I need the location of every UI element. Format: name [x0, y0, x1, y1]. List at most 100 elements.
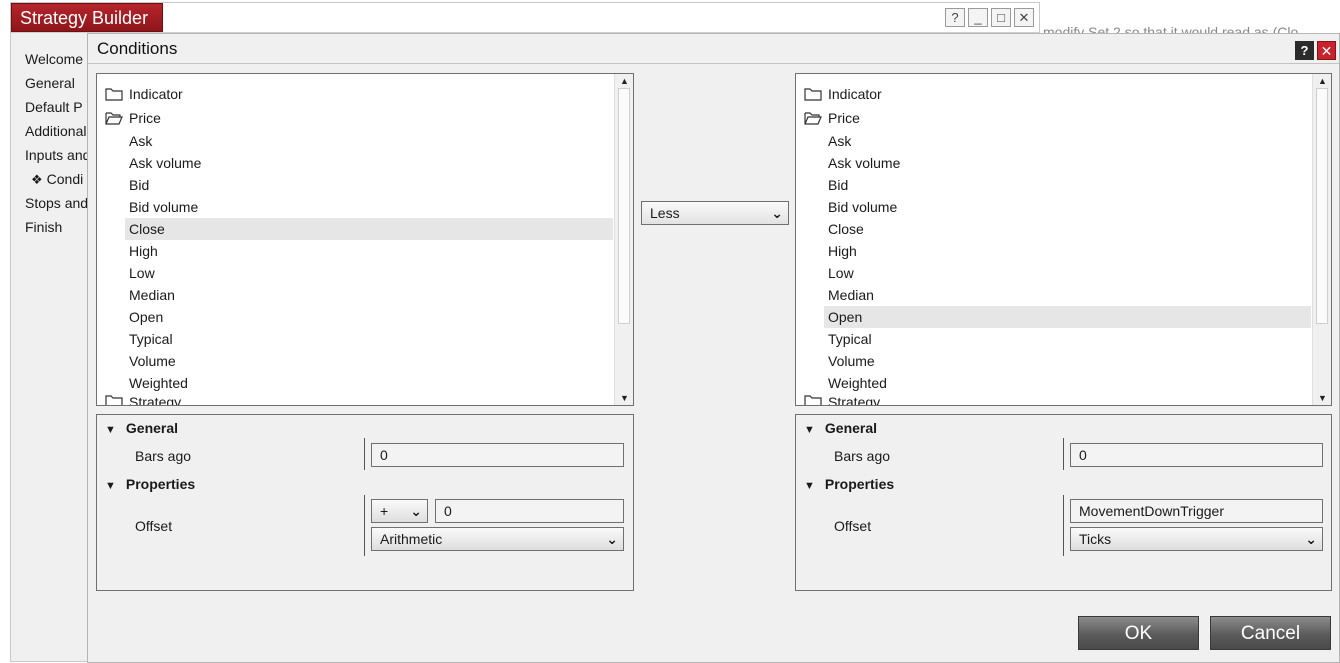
tree-folder-label: Price	[129, 110, 161, 126]
close-button[interactable]: ✕	[1014, 8, 1034, 27]
chevron-down-icon: ⌄	[771, 205, 783, 221]
list-item[interactable]: Bid	[796, 174, 1311, 196]
category-properties[interactable]: ▼ Properties	[804, 476, 894, 492]
tree-folder-price[interactable]: Price	[796, 106, 1311, 130]
maximize-button[interactable]: □	[991, 8, 1011, 27]
right-property-grid: ▼ General Bars ago 0 ▼ Properties Offset M…	[795, 414, 1332, 591]
expand-triangle-icon[interactable]: ▼	[804, 424, 815, 436]
folder-open-icon	[105, 112, 123, 125]
chevron-down-icon: ⌄	[1305, 531, 1317, 547]
right-value-tree[interactable]: Indicator Price Ask Ask volume Bid Bid v…	[795, 73, 1332, 406]
expand-triangle-icon[interactable]: ▼	[105, 480, 116, 492]
chevron-down-icon: ⌄	[606, 531, 618, 547]
folder-icon	[804, 395, 822, 405]
category-properties[interactable]: ▼ Properties	[105, 476, 195, 492]
list-item[interactable]: Typical	[796, 328, 1311, 350]
list-item[interactable]: Low	[97, 262, 613, 284]
list-item[interactable]: Bid	[97, 174, 613, 196]
chevron-down-icon: ⌄	[410, 503, 422, 519]
scroll-up-icon[interactable]: ▲	[615, 74, 633, 88]
offset-type-select[interactable]: Ticks ⌄	[1070, 527, 1323, 551]
offset-sign-value: +	[380, 503, 389, 519]
list-item[interactable]: Open	[97, 306, 613, 328]
tree-folder-indicator[interactable]: Indicator	[97, 82, 613, 106]
folder-icon	[105, 395, 123, 405]
offset-type-select[interactable]: Arithmetic ⌄	[371, 527, 624, 551]
tree-folder-label: Strategy	[129, 394, 182, 406]
list-item[interactable]: Weighted	[97, 372, 613, 394]
scroll-down-icon[interactable]: ▼	[1313, 391, 1331, 405]
offset-type-value: Ticks	[1079, 531, 1112, 547]
scroll-up-icon[interactable]: ▲	[1313, 74, 1331, 88]
list-item[interactable]: Low	[796, 262, 1311, 284]
list-item-selected[interactable]: Open	[824, 306, 1311, 328]
tree-folder-label: Strategy	[828, 394, 881, 406]
list-item[interactable]: High	[97, 240, 613, 262]
right-tree-scrollbar[interactable]: ▲ ▼	[1312, 74, 1331, 405]
help-button[interactable]: ?	[945, 8, 965, 27]
list-item[interactable]: Volume	[97, 350, 613, 372]
list-item[interactable]: Median	[796, 284, 1311, 306]
category-label: General	[824, 420, 878, 436]
category-general[interactable]: ▼ General	[804, 420, 877, 436]
column-divider[interactable]	[364, 495, 365, 556]
folder-open-icon	[804, 112, 822, 125]
offset-label: Offset	[834, 518, 872, 534]
list-item[interactable]: Bid volume	[796, 196, 1311, 218]
dialog-title: Conditions	[97, 39, 178, 58]
dialog-help-button[interactable]: ?	[1295, 41, 1314, 60]
offset-label: Offset	[135, 518, 173, 534]
scroll-down-icon[interactable]: ▼	[615, 391, 633, 405]
expand-triangle-icon[interactable]: ▼	[105, 424, 116, 436]
dialog-close-button[interactable]: ✕	[1317, 41, 1336, 60]
bars-ago-field[interactable]: 0	[371, 443, 624, 467]
list-item[interactable]: Close	[796, 218, 1311, 240]
category-label: General	[125, 420, 179, 436]
ok-button[interactable]: OK	[1078, 616, 1199, 650]
left-property-grid: ▼ General Bars ago 0 ▼ Properties Offset +…	[96, 414, 634, 591]
dialog-titlebar: Conditions ? ✕	[88, 34, 1339, 64]
nav-item-conditions-label: Condi	[46, 171, 84, 187]
strategy-builder-title: Strategy Builder	[11, 3, 163, 32]
folder-icon	[105, 88, 123, 101]
expand-triangle-icon[interactable]: ▼	[804, 480, 815, 492]
scroll-thumb[interactable]	[618, 88, 630, 324]
list-item[interactable]: Ask	[796, 130, 1311, 152]
list-item[interactable]: Typical	[97, 328, 613, 350]
list-item[interactable]: Volume	[796, 350, 1311, 372]
list-item-selected[interactable]: Close	[125, 218, 613, 240]
list-item[interactable]: High	[796, 240, 1311, 262]
list-item[interactable]: Weighted	[796, 372, 1311, 394]
offset-value-field[interactable]: MovementDownTrigger	[1070, 499, 1323, 523]
list-item[interactable]: Ask volume	[796, 152, 1311, 174]
left-tree-scrollbar[interactable]: ▲ ▼	[614, 74, 633, 405]
conditions-dialog: Conditions ? ✕ Indicator Price Ask Ask v…	[87, 33, 1340, 663]
tree-folder-strategy[interactable]: Strategy	[97, 394, 613, 406]
category-label: Properties	[824, 476, 895, 492]
tree-folder-indicator[interactable]: Indicator	[796, 82, 1311, 106]
tree-folder-label: Price	[828, 110, 860, 126]
bars-ago-label: Bars ago	[834, 448, 891, 464]
minimize-button[interactable]: _	[968, 8, 988, 27]
category-general[interactable]: ▼ General	[105, 420, 178, 436]
bars-ago-field[interactable]: 0	[1070, 443, 1323, 467]
window-controls: ? _ □ ✕	[945, 8, 1034, 27]
tree-folder-label: Indicator	[129, 86, 183, 102]
column-divider[interactable]	[1063, 438, 1064, 470]
list-item[interactable]: Bid volume	[97, 196, 613, 218]
offset-sign-select[interactable]: + ⌄	[371, 499, 428, 523]
cancel-button[interactable]: Cancel	[1210, 616, 1331, 650]
list-item[interactable]: Median	[97, 284, 613, 306]
tree-folder-label: Indicator	[828, 86, 882, 102]
tree-folder-price[interactable]: Price	[97, 106, 613, 130]
offset-type-value: Arithmetic	[380, 531, 443, 547]
left-value-tree[interactable]: Indicator Price Ask Ask volume Bid Bid v…	[96, 73, 634, 406]
tree-folder-strategy[interactable]: Strategy	[796, 394, 1311, 406]
column-divider[interactable]	[1063, 495, 1064, 556]
column-divider[interactable]	[364, 438, 365, 470]
offset-value-field[interactable]: 0	[435, 499, 624, 523]
list-item[interactable]: Ask	[97, 130, 613, 152]
operator-select[interactable]: Less ⌄	[641, 201, 789, 225]
scroll-thumb[interactable]	[1316, 88, 1328, 324]
list-item[interactable]: Ask volume	[97, 152, 613, 174]
